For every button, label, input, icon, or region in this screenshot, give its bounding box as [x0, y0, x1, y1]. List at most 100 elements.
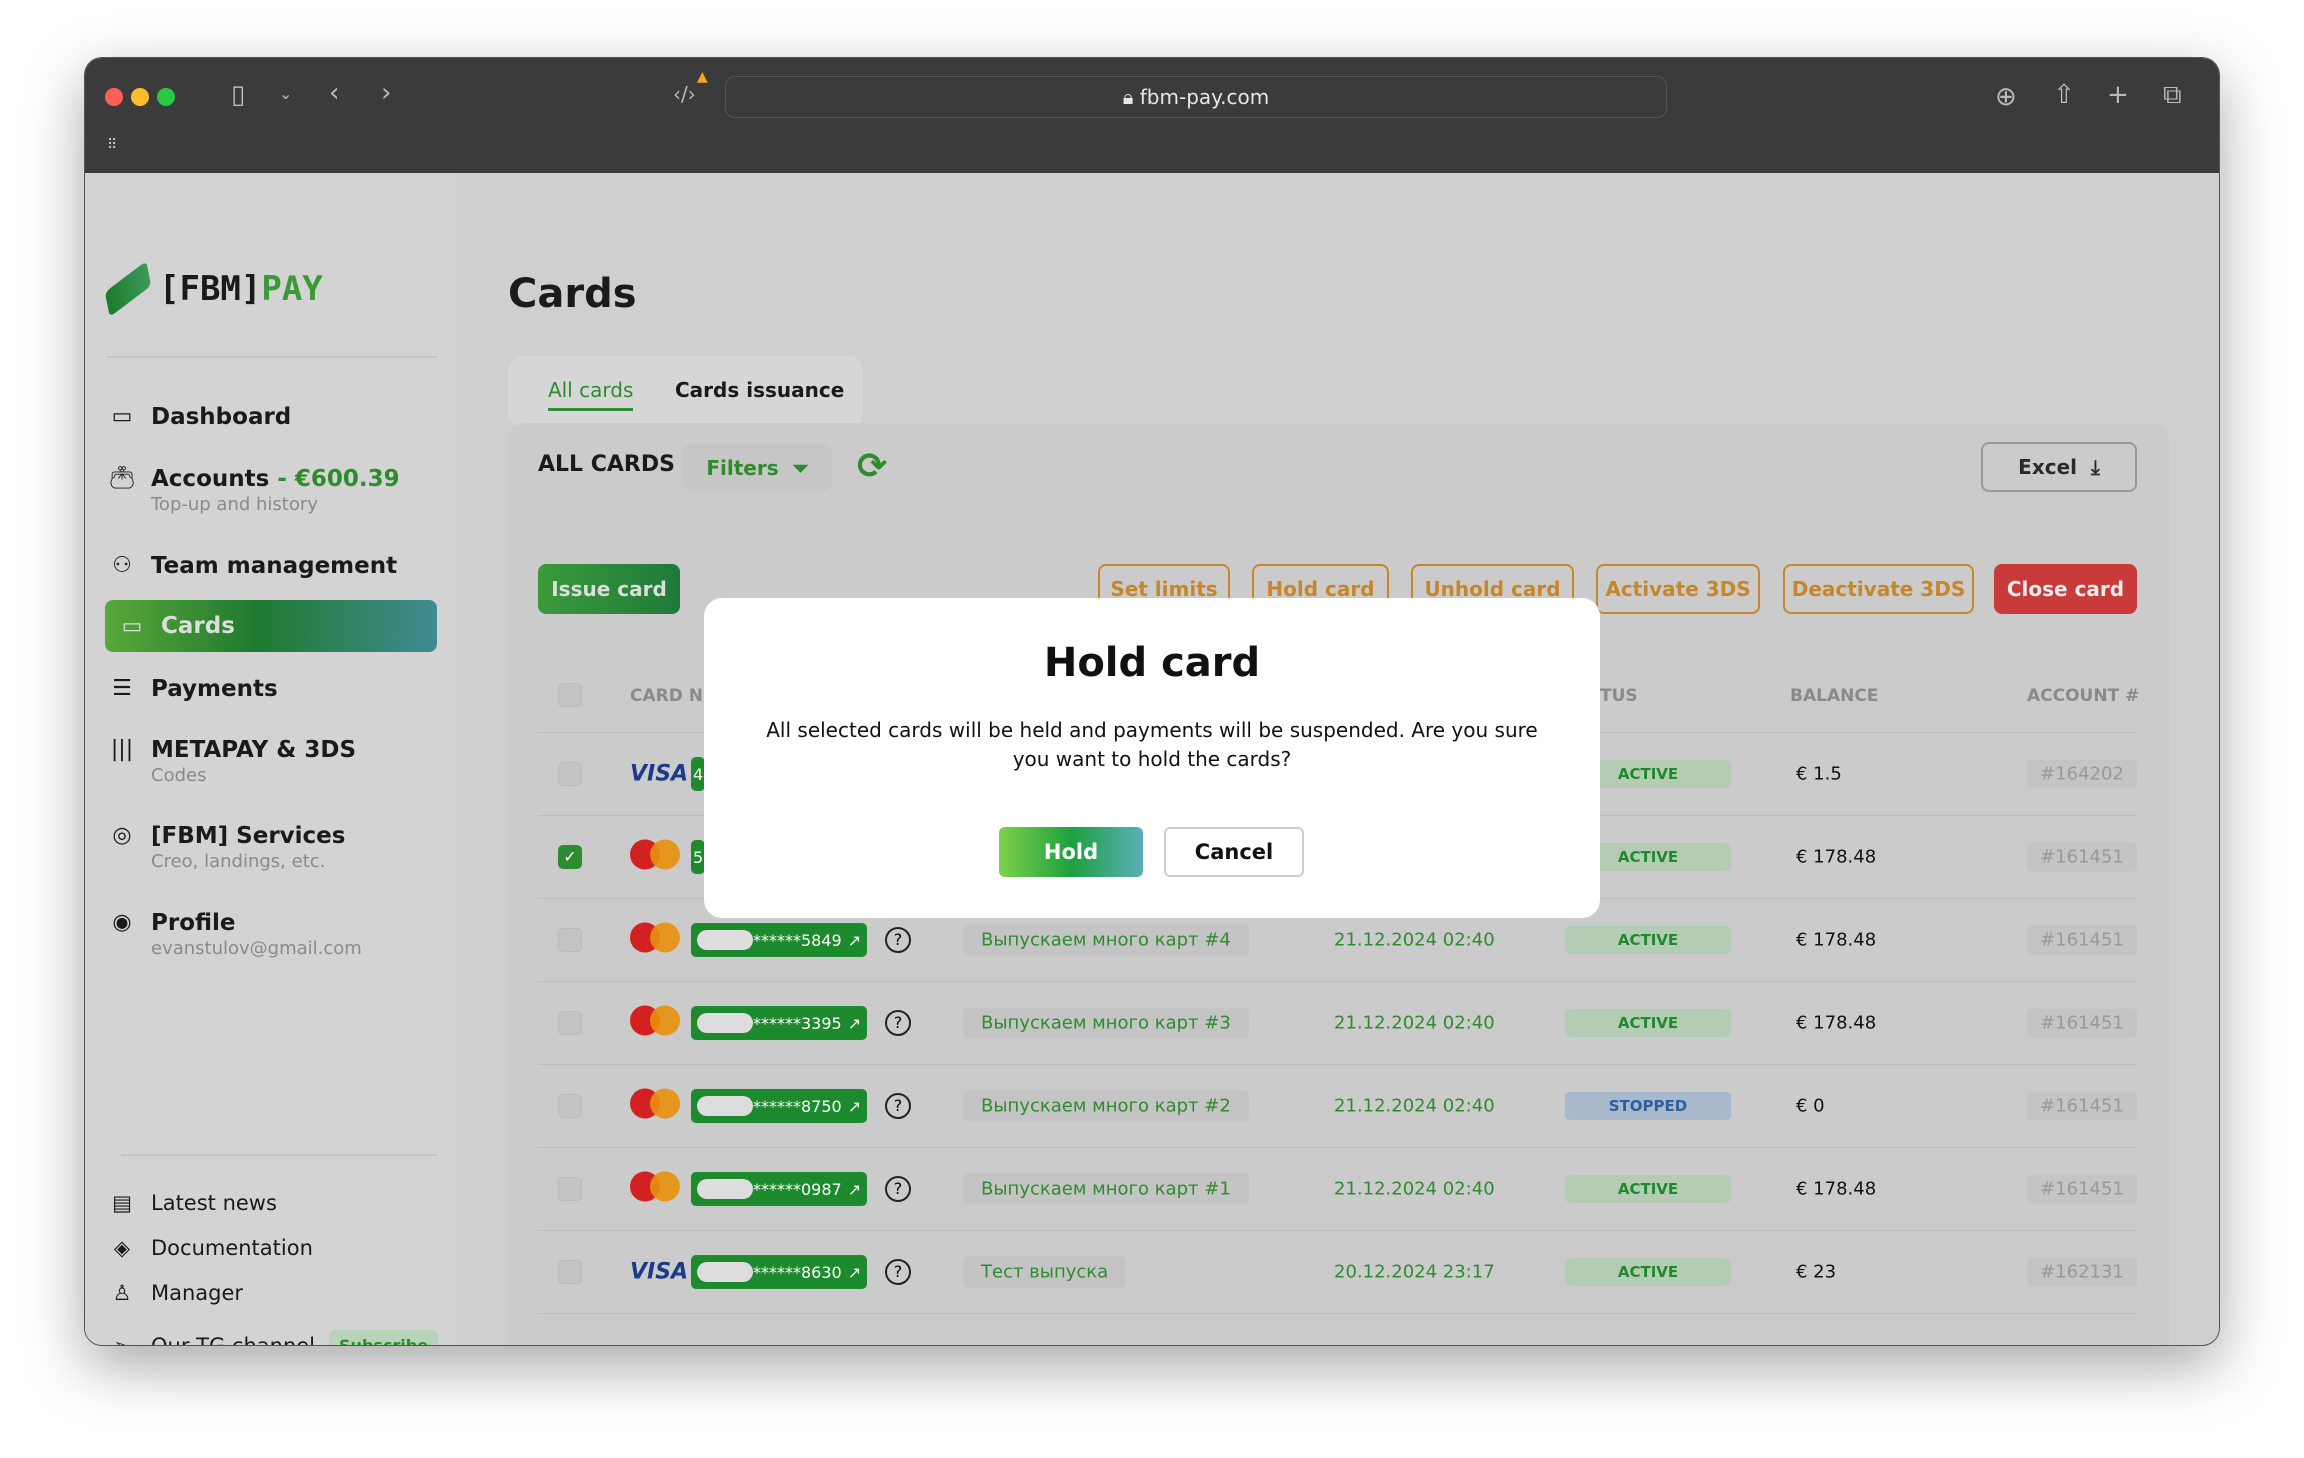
- card-date: 21.12.2024 02:40: [1334, 930, 1495, 951]
- row-checkbox[interactable]: [558, 762, 582, 786]
- close-card-button[interactable]: Close card: [1994, 564, 2137, 614]
- masked-prefix: [697, 1096, 753, 1116]
- balance: € 178.48: [1796, 847, 1876, 868]
- card-number-pill[interactable]: ******8750 ↗: [691, 1089, 867, 1123]
- help-icon[interactable]: ?: [885, 1176, 911, 1202]
- status-badge: ACTIVE: [1565, 1009, 1731, 1037]
- status-badge: ACTIVE: [1565, 1175, 1731, 1203]
- card-date: 20.12.2024 23:17: [1334, 1262, 1495, 1283]
- card-brand: [630, 1172, 680, 1207]
- card-brand: [630, 1006, 680, 1041]
- card-date: 21.12.2024 02:40: [1334, 1013, 1495, 1034]
- card-name: Выпускаем много карт #3: [963, 1008, 1249, 1039]
- account-number[interactable]: #164202: [2027, 760, 2137, 789]
- masked-prefix: [697, 1262, 753, 1282]
- card-name: Выпускаем много карт #2: [963, 1091, 1249, 1122]
- excel-label: Excel: [2018, 455, 2077, 479]
- table-row[interactable]: ******8750 ↗ ? Выпускаем много карт #2 21…: [538, 1065, 2137, 1148]
- filter-icon: ⏷: [793, 456, 809, 480]
- filters-label: Filters: [706, 456, 778, 480]
- card-number-pill[interactable]: ******3395 ↗: [691, 1006, 867, 1040]
- filters-button[interactable]: Filters ⏷: [683, 444, 832, 491]
- card-number: ******8750: [753, 1097, 842, 1116]
- help-icon[interactable]: ?: [885, 927, 911, 953]
- table-row[interactable]: VISA ******8630 ↗ ? Тест выпуска 20.12.20…: [538, 1231, 2137, 1314]
- table-row[interactable]: ******0987 ↗ ? Выпускаем много карт #1 21…: [538, 1148, 2137, 1231]
- help-icon[interactable]: ?: [885, 1259, 911, 1285]
- open-link-icon: ↗: [848, 931, 861, 950]
- open-link-icon: ↗: [848, 1263, 861, 1282]
- activate-3ds-button[interactable]: Activate 3DS: [1596, 564, 1760, 614]
- balance: € 178.48: [1796, 1013, 1876, 1034]
- status-badge: STOPPED: [1565, 1092, 1731, 1120]
- balance: € 178.48: [1796, 930, 1876, 951]
- status-badge: ACTIVE: [1565, 1258, 1731, 1286]
- open-link-icon: ↗: [848, 1014, 861, 1033]
- visa-logo: VISA: [630, 1260, 688, 1285]
- cancel-button[interactable]: Cancel: [1164, 827, 1304, 877]
- card-date: 21.12.2024 02:40: [1334, 1096, 1495, 1117]
- card-brand: [630, 840, 680, 875]
- dialog-title: Hold card: [704, 640, 1600, 686]
- card-name: Выпускаем много карт #4: [963, 925, 1249, 956]
- header-balance: BALANCE: [1790, 686, 1878, 706]
- panel-title: ALL CARDS: [538, 452, 675, 477]
- table-row[interactable]: ******3395 ↗ ? Выпускаем много карт #3 21…: [538, 982, 2137, 1065]
- balance: € 178.48: [1796, 1179, 1876, 1200]
- dialog-message: All selected cards will be held and paym…: [752, 716, 1552, 774]
- header-status: TUS: [1600, 686, 1638, 706]
- hold-confirm-button[interactable]: Hold: [999, 827, 1143, 877]
- card-name: Выпускаем много карт #1: [963, 1174, 1249, 1205]
- card-brand: [630, 923, 680, 958]
- account-number[interactable]: #162131: [2027, 1258, 2137, 1287]
- account-number[interactable]: #161451: [2027, 926, 2137, 955]
- hold-card-dialog: Hold card All selected cards will be hel…: [704, 598, 1600, 918]
- mastercard-logo: [630, 1089, 680, 1119]
- row-checkbox[interactable]: ✓: [558, 845, 582, 869]
- excel-export-button[interactable]: Excel⤓: [1981, 442, 2137, 492]
- card-date: 21.12.2024 02:40: [1334, 1179, 1495, 1200]
- card-number-pill[interactable]: 4: [691, 757, 705, 791]
- open-link-icon: ↗: [848, 1097, 861, 1116]
- mastercard-logo: [630, 1006, 680, 1036]
- balance: € 23: [1796, 1262, 1836, 1283]
- visa-logo: VISA: [630, 762, 688, 787]
- deactivate-3ds-button[interactable]: Deactivate 3DS: [1783, 564, 1974, 614]
- account-number[interactable]: #161451: [2027, 1175, 2137, 1204]
- issue-card-button[interactable]: Issue card: [538, 564, 680, 614]
- card-number-pill[interactable]: ******8630 ↗: [691, 1255, 867, 1289]
- account-number[interactable]: #161451: [2027, 1009, 2137, 1038]
- refresh-icon[interactable]: ⟳: [857, 446, 887, 487]
- mastercard-logo: [630, 923, 680, 953]
- masked-prefix: [697, 1179, 753, 1199]
- row-checkbox[interactable]: [558, 1011, 582, 1035]
- row-checkbox[interactable]: [558, 1177, 582, 1201]
- account-number[interactable]: #161451: [2027, 1092, 2137, 1121]
- row-checkbox[interactable]: [558, 1094, 582, 1118]
- row-checkbox[interactable]: [558, 928, 582, 952]
- card-number-pill[interactable]: 5: [691, 840, 705, 874]
- header-account: ACCOUNT #: [2027, 686, 2139, 706]
- help-icon[interactable]: ?: [885, 1010, 911, 1036]
- help-icon[interactable]: ?: [885, 1093, 911, 1119]
- card-brand: VISA: [630, 762, 688, 787]
- account-number[interactable]: #161451: [2027, 843, 2137, 872]
- select-all-checkbox[interactable]: [558, 683, 582, 707]
- card-number: ******0987: [753, 1180, 842, 1199]
- open-link-icon: ↗: [848, 1180, 861, 1199]
- card-number-pill[interactable]: ******0987 ↗: [691, 1172, 867, 1206]
- row-checkbox[interactable]: [558, 1260, 582, 1284]
- card-number: ******3395: [753, 1014, 842, 1033]
- card-number-pill[interactable]: ******5849 ↗: [691, 923, 867, 957]
- card-number: ******5849: [753, 931, 842, 950]
- balance: € 1.5: [1796, 764, 1842, 785]
- card-name: Тест выпуска: [963, 1257, 1126, 1288]
- card-number: 5: [693, 848, 703, 867]
- masked-prefix: [697, 930, 753, 950]
- balance: € 0: [1796, 1096, 1825, 1117]
- card-brand: [630, 1089, 680, 1124]
- mastercard-logo: [630, 1172, 680, 1202]
- card-number: ******8630: [753, 1263, 842, 1282]
- status-badge: ACTIVE: [1565, 926, 1731, 954]
- mastercard-logo: [630, 840, 680, 870]
